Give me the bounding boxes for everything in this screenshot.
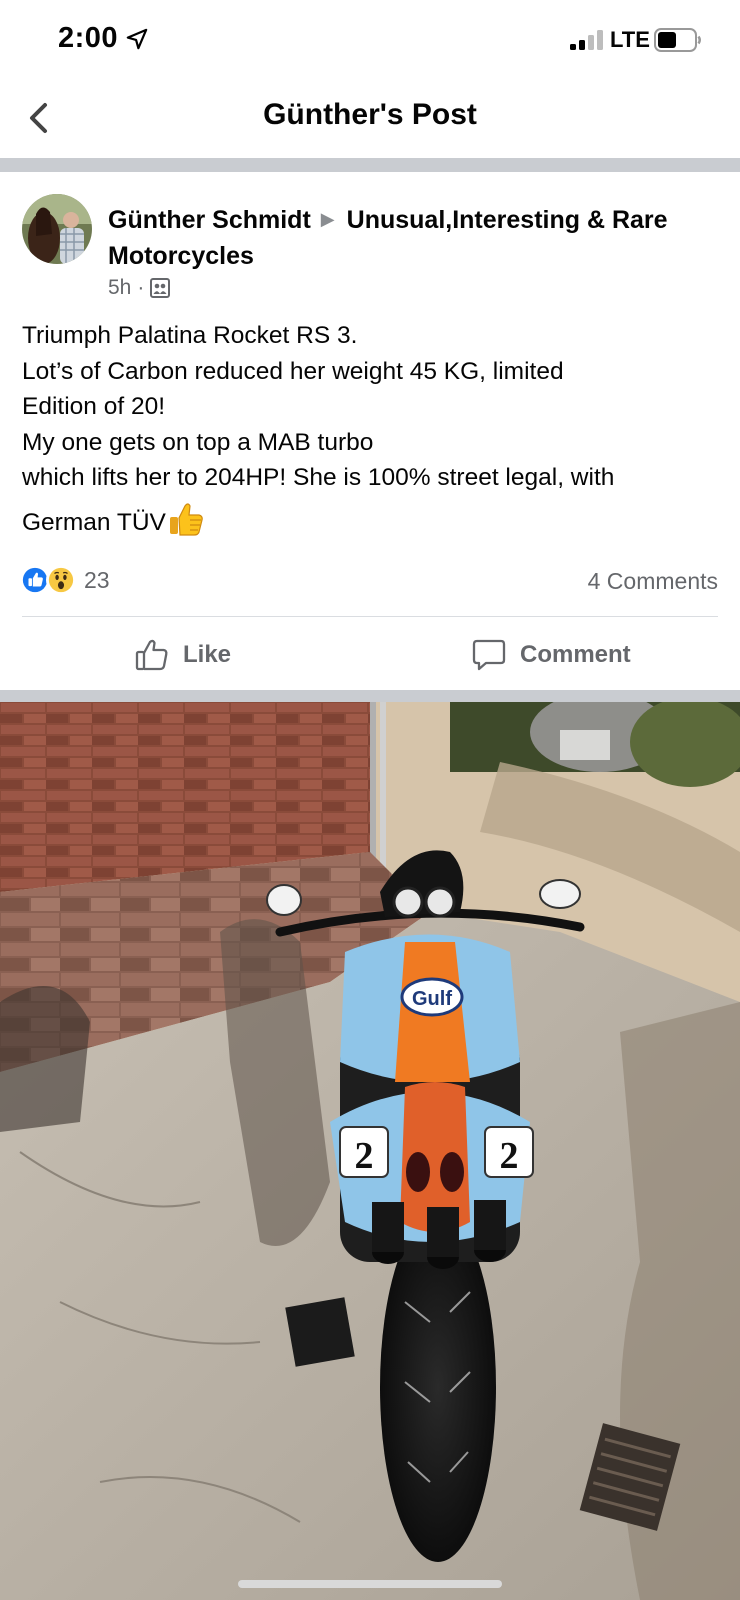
comment-button[interactable]: Comment [472,632,631,678]
network-type: LTE [610,27,650,52]
play-arrow-icon: ▶ [320,209,335,229]
comment-bubble-icon [472,639,506,671]
home-indicator [238,1580,502,1588]
post-body: Triumph Palatina Rocket RS 3. Lot’s of C… [22,318,722,540]
nav-header: Günther's Post [0,80,740,158]
post-text-line: Triumph Palatina Rocket RS 3. [22,322,358,349]
reaction-count: 23 [84,566,110,593]
like-button[interactable]: Like [135,632,231,678]
wow-reaction-icon [46,565,76,595]
meta-separator: · [137,276,145,299]
post-text-line: which lifts her to 204HP! She is 100% st… [22,464,615,491]
reactions-summary[interactable]: 23 [20,565,110,595]
group-audience-icon [150,278,171,298]
race-number-left: 2 [355,1135,374,1177]
status-time: 2:00 [58,22,119,54]
thumbs-up-emoji-icon [169,502,203,536]
section-divider [0,690,740,702]
actions-divider [22,616,718,617]
post-text-line: Lot’s of Carbon reduced her weight 45 KG… [22,357,564,385]
author-name[interactable]: Günther Schmidt [108,206,311,234]
post-author-line: Günther Schmidt ▶ Unusual,Interesting & Ra… [108,201,728,274]
comments-count[interactable]: 4 Comments [588,568,718,595]
post-text-last-line: German TÜV [22,502,722,541]
post-text-line: German TÜV [22,508,166,536]
status-bar: 2:00 LTE [0,0,740,80]
comment-label: Comment [520,641,631,668]
section-divider [0,158,740,172]
battery-icon [654,28,701,52]
like-label: Like [183,641,232,668]
race-number-right: 2 [500,1135,519,1177]
signal-strength-icon [570,30,603,50]
post-meta: 5h · [108,276,171,300]
post-text-line: Edition of 20! [22,393,166,420]
post-photo[interactable]: Gulf 2 2 [0,702,740,1600]
avatar[interactable] [22,194,92,264]
gulf-logo-text: Gulf [412,988,452,1010]
page-title: Günther's Post [263,98,477,131]
post-text-line: My one gets on top a MAB turbo [22,428,374,456]
post-time[interactable]: 5h [108,276,131,300]
location-arrow-icon [126,28,148,50]
thumbs-up-icon [135,639,168,671]
